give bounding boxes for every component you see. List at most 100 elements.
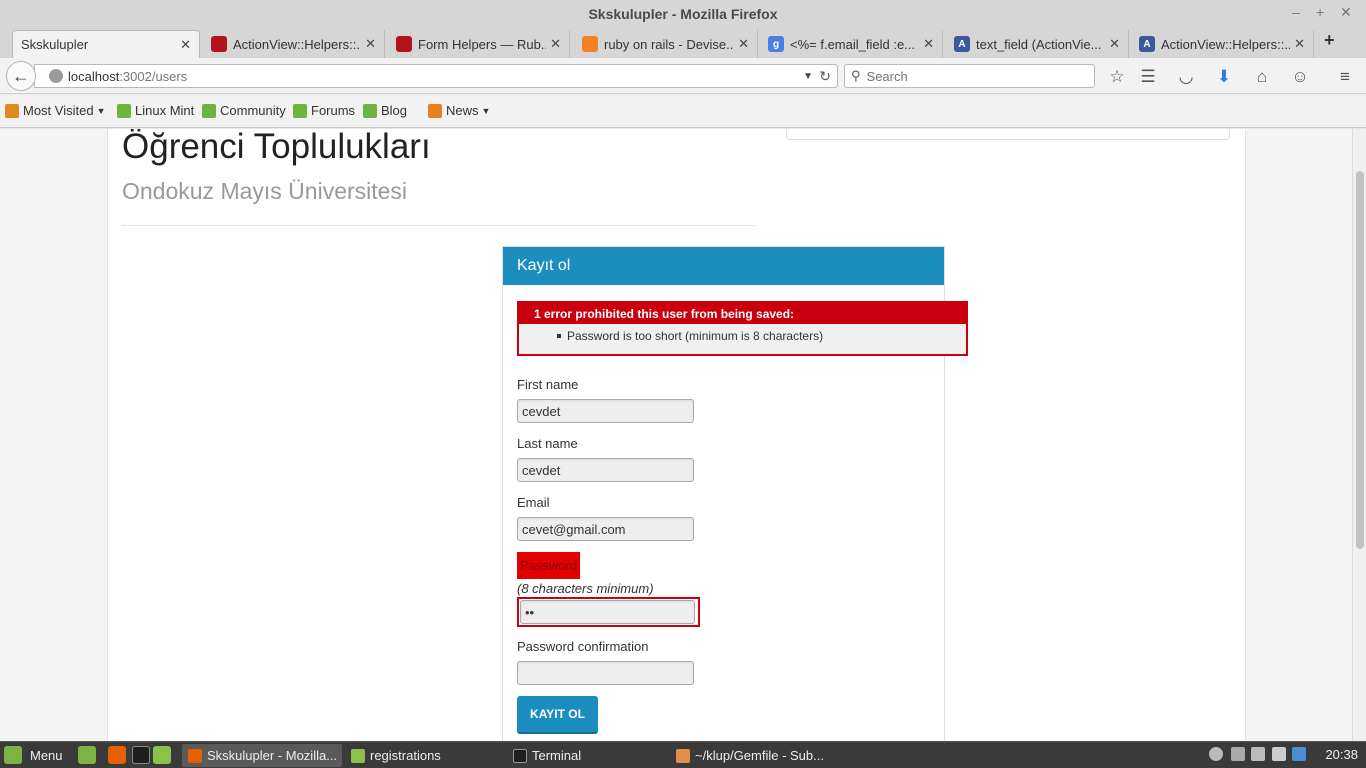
password-confirmation-field[interactable] <box>517 661 694 685</box>
tab-google-email-field[interactable]: g <%= f.email_field :e... ✕ <box>760 30 943 58</box>
tab-close-icon[interactable]: ✕ <box>550 36 561 52</box>
email-field[interactable] <box>517 517 694 541</box>
tab-label: ActionView::Helpers::... <box>233 36 362 52</box>
folder-icon <box>351 748 365 763</box>
menu-label: Menu <box>30 747 63 763</box>
volume-icon[interactable] <box>1251 747 1265 761</box>
bookmark-label: News <box>446 103 479 118</box>
google-icon: g <box>768 36 784 52</box>
error-explanation: 1 error prohibited this user from being … <box>517 301 968 356</box>
error-message: Password is too short (minimum is 8 char… <box>567 329 824 343</box>
email-label: Email <box>517 495 550 510</box>
task-firefox[interactable]: Skskulupler - Mozilla... <box>182 744 342 767</box>
url-history-dropdown-icon[interactable]: ▼ <box>803 71 813 82</box>
maximize-icon[interactable]: + <box>1316 4 1324 20</box>
first-name-label: First name <box>517 377 579 392</box>
task-sublime[interactable]: ~/klup/Gemfile - Sub... <box>670 744 830 767</box>
rails-icon <box>396 36 412 52</box>
bookmark-blog[interactable]: Blog <box>363 103 407 118</box>
task-label: Skskulupler - Mozilla... <box>207 748 338 763</box>
bookmark-label: Most Visited <box>23 103 94 118</box>
show-desktop-icon[interactable] <box>78 746 96 764</box>
scrollbar-thumb[interactable] <box>1356 171 1364 549</box>
task-label: Terminal <box>532 748 582 763</box>
page-subtitle: Ondokuz Mayıs Üniversitesi <box>122 178 408 204</box>
bookmark-community[interactable]: Community <box>202 103 286 118</box>
back-button[interactable]: ← <box>6 61 36 91</box>
files-launcher-icon[interactable] <box>153 746 171 764</box>
tab-close-icon[interactable]: ✕ <box>1294 36 1305 52</box>
task-label: ~/klup/Gemfile - Sub... <box>695 748 824 763</box>
tab-label: Skskulupler <box>21 37 89 52</box>
tab-close-icon[interactable]: ✕ <box>1109 36 1120 52</box>
vertical-scrollbar[interactable] <box>1352 129 1366 741</box>
tab-form-helpers[interactable]: Form Helpers — Rub... ✕ <box>388 30 570 58</box>
battery-icon[interactable] <box>1272 747 1286 761</box>
terminal-launcher-icon[interactable] <box>132 746 150 764</box>
bookmark-label: Linux Mint <box>135 103 195 118</box>
header-divider <box>122 225 756 226</box>
task-label: registrations <box>370 748 441 763</box>
panel-title: Kayıt ol <box>503 247 944 285</box>
chat-icon[interactable]: ☺ <box>1290 67 1310 87</box>
last-name-field[interactable] <box>517 458 694 482</box>
rss-icon <box>428 103 442 118</box>
tab-text-field[interactable]: A text_field (ActionVie... ✕ <box>946 30 1129 58</box>
tab-actionview-helpers-1[interactable]: ActionView::Helpers::... ✕ <box>203 30 385 58</box>
bookmark-linux-mint[interactable]: Linux Mint <box>117 103 194 118</box>
task-terminal[interactable]: Terminal <box>507 744 667 767</box>
url-text: localhost:3002/users <box>68 69 187 84</box>
window-title: Skskulupler - Mozilla Firefox <box>588 6 778 22</box>
firefox-launcher-icon[interactable] <box>108 746 126 764</box>
tab-label: ruby on rails - Devise... <box>604 36 735 52</box>
taskbar: Menu Skskulupler - Mozilla... registrati… <box>0 741 1366 768</box>
stackoverflow-icon <box>582 36 598 52</box>
start-menu-button[interactable]: Menu <box>4 746 63 764</box>
mint-icon <box>117 103 131 118</box>
tab-close-icon[interactable]: ✕ <box>923 36 934 52</box>
clock[interactable]: 20:38 <box>1325 747 1358 762</box>
last-name-label: Last name <box>517 436 578 451</box>
url-host: localhost <box>68 68 120 84</box>
hamburger-menu-icon[interactable]: ≡ <box>1335 67 1355 87</box>
minimize-icon[interactable]: – <box>1292 4 1300 20</box>
password-hint: (8 characters minimum) <box>517 581 654 596</box>
downloads-icon[interactable]: ⬇ <box>1214 67 1234 87</box>
page-title: Öğrenci Toplulukları <box>122 129 431 166</box>
home-icon[interactable]: ⌂ <box>1252 67 1272 87</box>
bookmarks-menu-icon[interactable]: ☰ <box>1138 67 1158 87</box>
user-icon[interactable] <box>1209 747 1223 761</box>
tab-close-icon[interactable]: ✕ <box>738 36 749 52</box>
new-tab-icon[interactable]: + <box>1324 30 1335 51</box>
bookmark-label: Blog <box>381 103 408 118</box>
pocket-icon[interactable]: ◡ <box>1176 67 1196 87</box>
site-info-icon[interactable] <box>49 69 63 83</box>
bookmark-most-visited[interactable]: Most Visited ▼ <box>5 103 106 118</box>
search-input[interactable] <box>866 68 1067 84</box>
mint-icon <box>363 103 377 118</box>
first-name-field[interactable] <box>517 399 694 423</box>
error-item: Password is too short (minimum is 8 char… <box>557 329 966 343</box>
most-visited-icon <box>5 103 19 118</box>
update-shield-icon[interactable] <box>1292 747 1306 761</box>
error-header: 1 error prohibited this user from being … <box>519 303 966 324</box>
tools-icon[interactable] <box>1231 747 1245 761</box>
password-field[interactable] <box>520 600 695 624</box>
sublime-text-icon <box>676 748 690 763</box>
signup-button[interactable]: KAYIT OL <box>517 696 598 732</box>
url-bar[interactable]: localhost:3002/users ▼ ↻ <box>34 64 838 88</box>
tab-actionview-helpers-2[interactable]: A ActionView::Helpers::... ✕ <box>1131 30 1314 58</box>
tab-ruby-on-rails-devise[interactable]: ruby on rails - Devise... ✕ <box>574 30 758 58</box>
bookmark-forums[interactable]: Forums <box>293 103 355 118</box>
close-window-icon[interactable]: ✕ <box>1340 4 1352 21</box>
tab-skskulupler[interactable]: Skskulupler ✕ <box>12 30 200 58</box>
bookmark-star-icon[interactable]: ☆ <box>1107 67 1127 87</box>
task-registrations[interactable]: registrations <box>345 744 505 767</box>
bookmark-news[interactable]: News ▼ <box>428 103 490 118</box>
tab-label: text_field (ActionVie... <box>976 36 1102 52</box>
tab-close-icon[interactable]: ✕ <box>180 37 191 53</box>
search-icon: ⚲ <box>851 68 861 83</box>
reload-icon[interactable]: ↻ <box>819 68 831 85</box>
tab-close-icon[interactable]: ✕ <box>365 36 376 52</box>
search-box[interactable]: ⚲ <box>844 64 1095 88</box>
